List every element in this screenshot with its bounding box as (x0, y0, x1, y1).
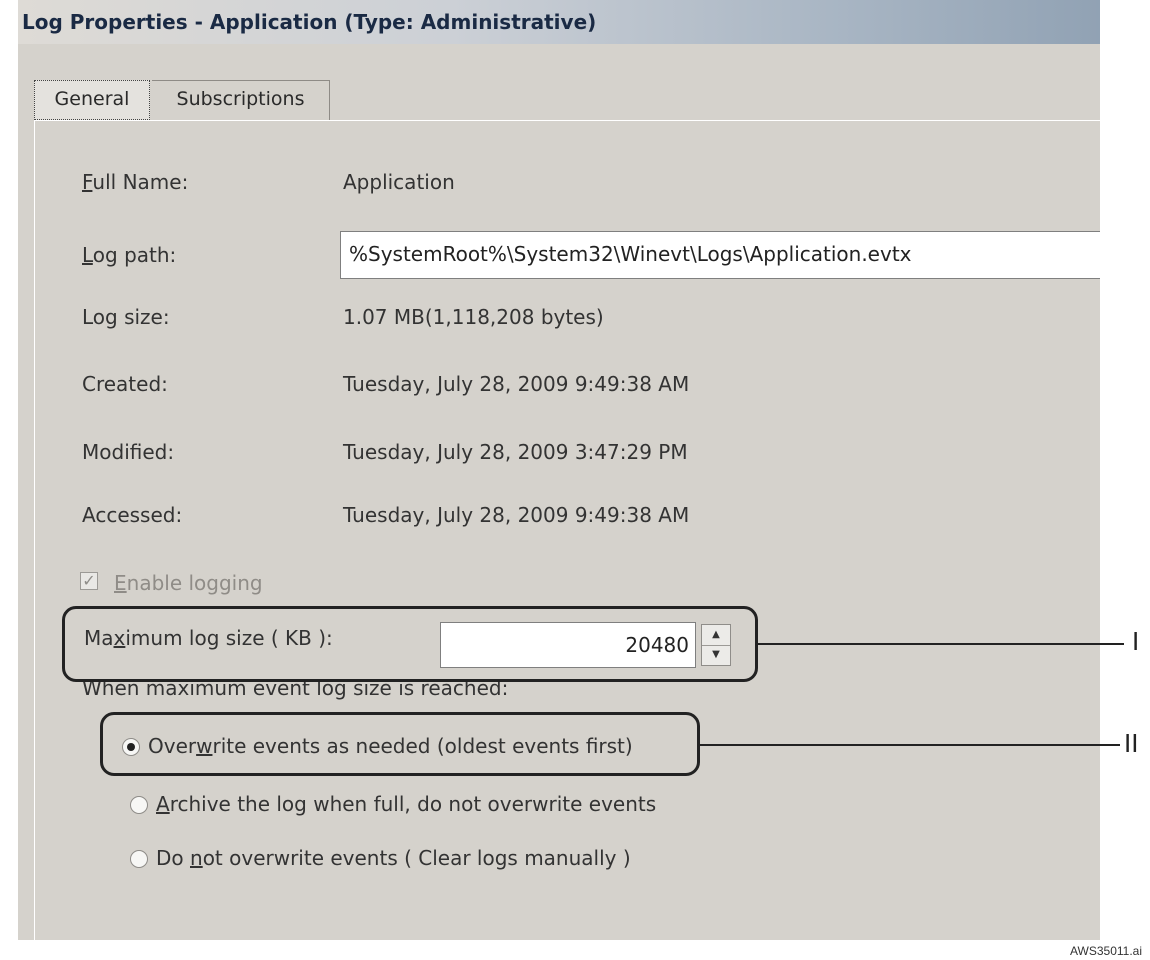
created-label: Created: (82, 372, 168, 396)
callout-label-i: I (1132, 626, 1140, 656)
full-name-value: Application (343, 170, 455, 194)
do-not-overwrite-radio[interactable] (130, 850, 148, 868)
full-name-label-text: ull Name: (92, 170, 189, 194)
full-name-label: Full Name: (82, 170, 188, 194)
log-path-label: Log path: (82, 243, 176, 267)
callout-leader-i (758, 643, 1124, 645)
tab-page-edge (34, 120, 1100, 121)
archive-when-full-label[interactable]: Archive the log when full, do not overwr… (156, 792, 656, 816)
figure-id: AWS35011.ai (1069, 944, 1142, 958)
callout-label-ii: II (1124, 728, 1139, 758)
checkmark-icon: ✓ (82, 571, 96, 590)
enable-logging-label-text: nable logging (126, 571, 263, 595)
created-value: Tuesday, July 28, 2009 9:49:38 AM (343, 372, 690, 396)
mnemonic-a: A (156, 792, 170, 816)
log-properties-dialog: Log Properties - Application (Type: Admi… (18, 0, 1100, 940)
option-3-rest: ot overwrite events ( Clear logs manuall… (202, 846, 631, 870)
option-3-pre: Do (156, 846, 190, 870)
callout-leader-ii (700, 744, 1120, 746)
mnemonic-l: L (82, 243, 93, 267)
archive-when-full-radio[interactable] (130, 796, 148, 814)
tab-page-edge-left (34, 120, 35, 940)
callout-box-ii (100, 712, 700, 776)
window-title[interactable]: Log Properties - Application (Type: Admi… (18, 0, 1100, 44)
mnemonic-f: F (82, 170, 93, 194)
mnemonic-e: E (114, 571, 127, 595)
log-path-label-text: og path: (92, 243, 177, 267)
mnemonic-n: n (190, 846, 203, 870)
log-size-value: 1.07 MB(1,118,208 bytes) (343, 305, 604, 329)
tab-general[interactable]: General (34, 80, 150, 120)
accessed-label: Accessed: (82, 503, 183, 527)
enable-logging-checkbox[interactable]: ✓ (80, 572, 98, 590)
accessed-value: Tuesday, July 28, 2009 9:49:38 AM (343, 503, 690, 527)
tab-subscriptions[interactable]: Subscriptions (152, 80, 330, 120)
do-not-overwrite-label[interactable]: Do not overwrite events ( Clear logs man… (156, 846, 631, 870)
callout-box-i (62, 606, 758, 682)
log-path-field[interactable]: %SystemRoot%\System32\Winevt\Logs\Applic… (340, 231, 1100, 279)
option-2-rest: rchive the log when full, do not overwri… (169, 792, 657, 816)
log-size-label: Log size: (82, 305, 170, 329)
modified-label: Modified: (82, 440, 175, 464)
enable-logging-label: Enable logging (114, 571, 263, 595)
modified-value: Tuesday, July 28, 2009 3:47:29 PM (343, 440, 688, 464)
